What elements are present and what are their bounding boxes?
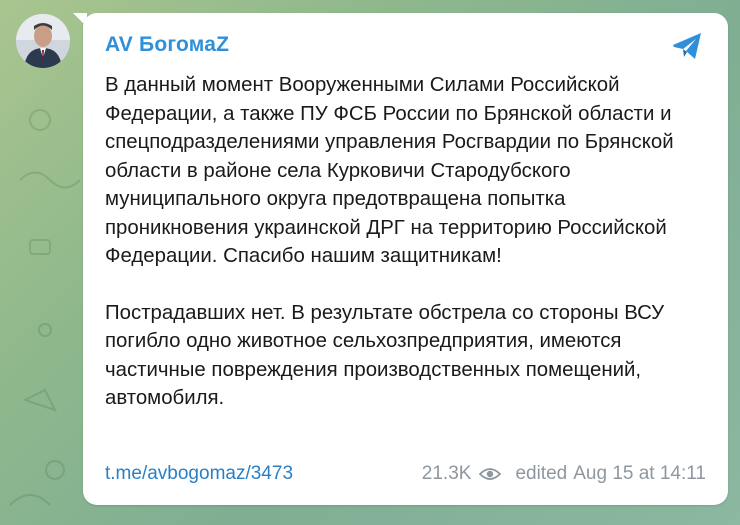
timestamp: Aug 15 at 14:11 [573, 463, 706, 484]
message-text: В данный момент Вооруженными Силами Росс… [105, 71, 705, 413]
message-footer: t.me/avbogomaz/3473 21.3K edited Aug 15 … [105, 463, 706, 487]
telegram-plane-icon [673, 33, 701, 59]
channel-name[interactable]: AV БогомаZ [105, 33, 229, 57]
post-link[interactable]: t.me/avbogomaz/3473 [105, 463, 293, 485]
views-count: 21.3K [421, 463, 472, 484]
message-paragraph-1: В данный момент Вооруженными Силами Росс… [105, 74, 674, 267]
message-meta: 21.3K edited Aug 15 at 14:11 [422, 463, 706, 485]
edited-label: edited [515, 463, 568, 484]
message-bubble: AV БогомаZ В данный момент Вооруженными … [83, 13, 728, 505]
message-paragraph-2: Пострадавших нет. В результате обстрела … [105, 301, 665, 410]
eye-icon [479, 468, 502, 480]
avatar[interactable] [16, 14, 70, 68]
avatar-photo [16, 14, 70, 68]
share-button[interactable] [668, 27, 706, 65]
